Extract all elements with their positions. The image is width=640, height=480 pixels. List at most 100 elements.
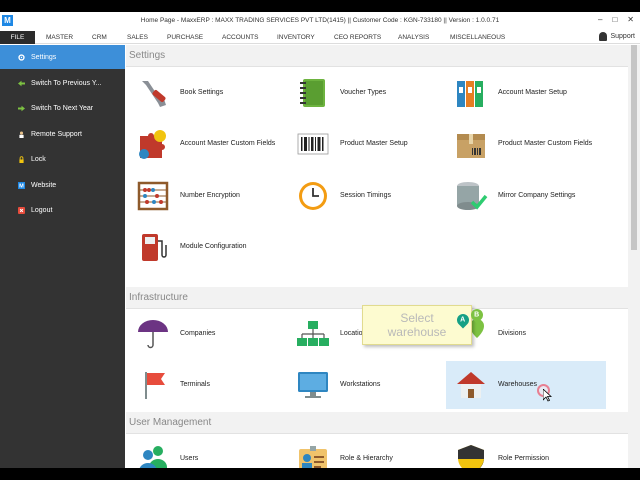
- tile-label: Mirror Company Settings: [498, 192, 576, 199]
- close-icon[interactable]: ✕: [627, 15, 634, 24]
- menu-ceo-reports[interactable]: CEO REPORTS: [334, 31, 381, 44]
- sidebar-item-website[interactable]: M Website: [0, 173, 125, 197]
- umbrella-icon: [138, 320, 168, 349]
- vertical-scrollbar[interactable]: [628, 45, 640, 468]
- tile-account-master-custom-fields[interactable]: Account Master Custom Fields: [128, 120, 288, 168]
- tile-voucher-types[interactable]: Voucher Types: [288, 69, 448, 117]
- tile-terminals[interactable]: Terminals: [128, 361, 288, 409]
- sidebar-item-logout[interactable]: Logout: [0, 198, 125, 222]
- gear-icon: [18, 53, 25, 61]
- tile-label: Voucher Types: [340, 89, 387, 96]
- house-icon: [457, 372, 485, 398]
- menu-master[interactable]: MASTER: [46, 31, 73, 44]
- tile-label: Account Master Setup: [498, 89, 567, 96]
- tile-label: Role & Hierarchy: [340, 455, 393, 462]
- tile-role-permission[interactable]: Role Permission: [446, 435, 606, 468]
- sidebar-item-remote-support[interactable]: Remote Support: [0, 122, 125, 146]
- sidebar-label: Switch To Next Year: [31, 104, 94, 112]
- tile-label: Book Settings: [180, 89, 224, 96]
- tile-account-master-setup[interactable]: Account Master Setup: [446, 69, 606, 117]
- sidebar-label: Lock: [31, 155, 46, 163]
- menu-crm[interactable]: CRM: [92, 31, 107, 44]
- tile-label: Module Configuration: [180, 243, 247, 250]
- scrollbar-thumb[interactable]: [631, 45, 637, 250]
- tile-warehouses[interactable]: Warehouses: [446, 361, 606, 409]
- support-person-icon: [599, 32, 608, 41]
- binders-icon: [457, 81, 483, 107]
- tile-role-hierarchy[interactable]: Role & Hierarchy: [288, 435, 448, 468]
- section-heading-user-management: User Management: [126, 412, 628, 434]
- sidebar-label: Logout: [31, 206, 53, 214]
- arrow-right-icon: [18, 105, 25, 111]
- menu-file[interactable]: FILE: [0, 31, 35, 44]
- title-bar: M Home Page - MaxxERP : MAXX TRADING SER…: [0, 12, 640, 31]
- sidebar-item-switch-previous-year[interactable]: Switch To Previous Y...: [0, 71, 125, 95]
- tile-label: Session Timings: [340, 192, 391, 199]
- minimize-icon[interactable]: –: [598, 15, 602, 24]
- support-label: Support: [610, 33, 635, 40]
- support-button[interactable]: Support: [599, 32, 635, 41]
- tooltip-line-1: Select: [400, 311, 434, 325]
- menu-analysis[interactable]: ANALYSIS: [398, 31, 429, 44]
- section-heading-settings: Settings: [126, 45, 628, 67]
- tile-users[interactable]: Users: [128, 435, 288, 468]
- shield-icon: [458, 445, 484, 468]
- tile-label: Role Permission: [498, 455, 549, 462]
- tile-book-settings[interactable]: Book Settings: [128, 69, 288, 117]
- tile-label: Warehouses: [498, 381, 538, 388]
- support-person-icon: [19, 131, 24, 138]
- tile-companies[interactable]: Companies: [128, 310, 288, 358]
- sidebar-item-lock[interactable]: Lock: [0, 147, 125, 171]
- monitor-icon: [298, 372, 328, 398]
- sidebar-label: Website: [31, 181, 57, 189]
- tile-label: Account Master Custom Fields: [180, 140, 276, 147]
- tile-label: Workstations: [340, 381, 381, 388]
- menu-accounts[interactable]: ACCOUNTS: [222, 31, 258, 44]
- fuel-pump-icon: [142, 234, 167, 261]
- main-content: Settings Book Settings Voucher Types Acc…: [126, 45, 628, 468]
- clock-icon: [299, 182, 327, 210]
- tile-label: Product Master Custom Fields: [498, 140, 593, 147]
- sidebar-label: Switch To Previous Y...: [31, 79, 102, 87]
- tile-workstations[interactable]: Workstations: [288, 361, 448, 409]
- tile-mirror-company-settings[interactable]: Mirror Company Settings: [446, 172, 606, 220]
- svg-text:M: M: [19, 183, 24, 188]
- tile-label: Product Master Setup: [340, 140, 408, 147]
- sidebar-item-settings[interactable]: Settings: [0, 45, 125, 69]
- arrow-left-icon: [18, 80, 25, 86]
- menu-inventory[interactable]: INVENTORY: [277, 31, 315, 44]
- mouse-pointer-icon: [543, 389, 552, 402]
- tile-product-master-custom-fields[interactable]: Product Master Custom Fields: [446, 120, 606, 168]
- tile-number-encryption[interactable]: Number Encryption: [128, 172, 288, 220]
- tile-module-configuration[interactable]: Module Configuration: [128, 223, 288, 271]
- maximize-icon[interactable]: □: [612, 15, 617, 24]
- wrench-icon: [142, 81, 166, 107]
- tile-label: Terminals: [180, 381, 210, 388]
- tooltip-line-2: warehouse: [387, 325, 447, 339]
- puzzle-icon: [139, 130, 166, 159]
- notebook-icon: [300, 79, 325, 107]
- sidebar-item-switch-next-year[interactable]: Switch To Next Year: [0, 96, 125, 120]
- database-check-icon: [457, 182, 488, 210]
- tile-label: Number Encryption: [180, 192, 240, 199]
- tile-label: Divisions: [498, 330, 527, 337]
- website-m-icon: M: [18, 181, 25, 189]
- lock-icon: [19, 155, 24, 163]
- menu-purchase[interactable]: PURCHASE: [167, 31, 203, 44]
- id-badge-icon: [299, 446, 327, 468]
- tile-session-timings[interactable]: Session Timings: [288, 172, 448, 220]
- tile-label: Companies: [180, 330, 216, 337]
- menu-sales[interactable]: SALES: [127, 31, 148, 44]
- tile-label: Users: [180, 455, 199, 462]
- abacus-icon: [137, 181, 169, 211]
- network-hierarchy-icon: [297, 321, 329, 346]
- sidebar-label: Settings: [31, 53, 57, 61]
- logout-icon: [18, 206, 25, 214]
- menu-miscellaneous[interactable]: MISCELLANEOUS: [450, 31, 505, 44]
- window-title: Home Page - MaxxERP : MAXX TRADING SERVI…: [140, 17, 500, 24]
- barcode-icon: [297, 133, 329, 155]
- package-box-icon: [457, 134, 485, 158]
- users-icon: [139, 446, 167, 468]
- tile-product-master-setup[interactable]: Product Master Setup: [288, 120, 448, 168]
- tutorial-tooltip: Select warehouse: [362, 305, 472, 345]
